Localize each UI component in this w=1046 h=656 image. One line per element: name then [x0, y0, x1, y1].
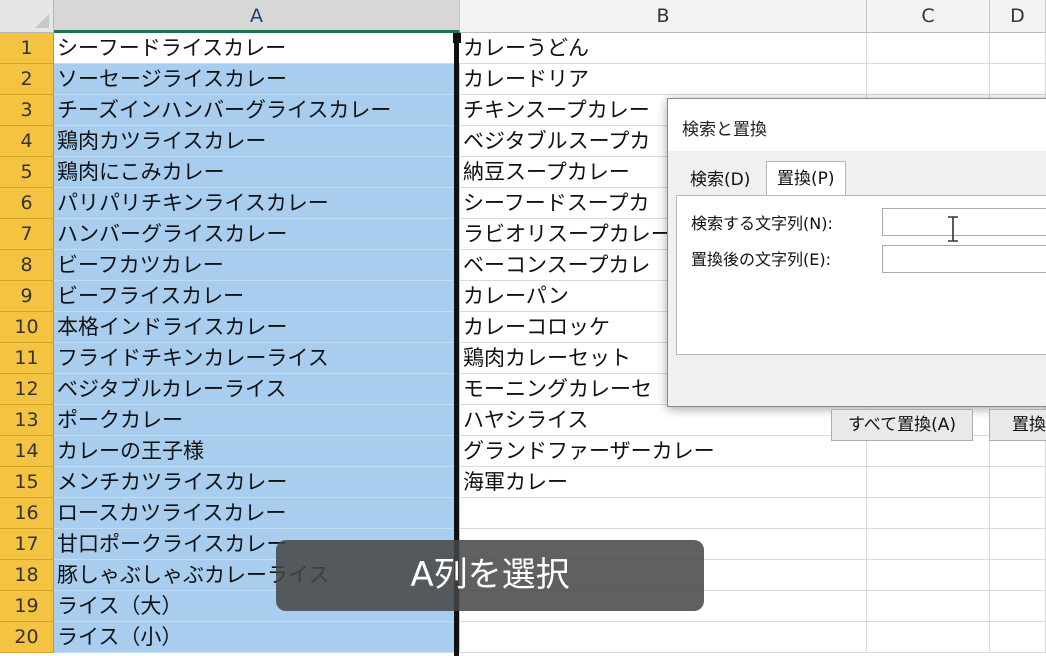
cell-c[interactable] [867, 529, 990, 560]
row-header[interactable]: 1 [0, 33, 54, 64]
cell-d[interactable] [990, 64, 1046, 95]
row-header[interactable]: 10 [0, 312, 54, 343]
caption-overlay: A列を選択 [276, 540, 704, 611]
column-header-c[interactable]: C [867, 0, 990, 33]
cell-d[interactable] [990, 529, 1046, 560]
cell-b[interactable]: カレードリア [460, 64, 867, 95]
find-replace-dialog: 検索と置換 検索(D) 置換(P) 検索する文字列(N): 置換後の文字列(E)… [667, 98, 1046, 441]
cell-c[interactable] [867, 33, 990, 64]
cell-d[interactable] [990, 498, 1046, 529]
row-header[interactable]: 3 [0, 95, 54, 126]
cell-c[interactable] [867, 591, 990, 622]
cell-c[interactable] [867, 64, 990, 95]
text-cursor-icon [948, 216, 958, 242]
cell-d[interactable] [990, 560, 1046, 591]
cell-c[interactable] [867, 498, 990, 529]
dialog-title: 検索と置換 [682, 120, 767, 140]
cell-d[interactable] [990, 467, 1046, 498]
cell-b[interactable]: グランドファーザーカレー [460, 436, 867, 467]
row-header[interactable]: 20 [0, 622, 54, 653]
replace-button[interactable]: 置換 [989, 409, 1046, 441]
cell-a[interactable]: ポークカレー [54, 405, 460, 436]
row-header[interactable]: 5 [0, 157, 54, 188]
cell-c[interactable] [867, 622, 990, 653]
replace-panel: 検索する文字列(N): 置換後の文字列(E): [676, 195, 1046, 355]
cell-b[interactable] [460, 498, 867, 529]
cell-a[interactable]: メンチカツライスカレー [54, 467, 460, 498]
cell-a[interactable]: ライス（小） [54, 622, 460, 653]
cell-a[interactable]: パリパリチキンライスカレー [54, 188, 460, 219]
cell-a[interactable]: フライドチキンカレーライス [54, 343, 460, 374]
row-header[interactable]: 19 [0, 591, 54, 622]
cell-a[interactable]: ビーフライスカレー [54, 281, 460, 312]
cell-d[interactable] [990, 622, 1046, 653]
cell-b[interactable] [460, 622, 867, 653]
select-all-triangle-icon [35, 14, 49, 28]
column-header-d[interactable]: D [990, 0, 1046, 33]
cell-a[interactable]: ソーセージライスカレー [54, 64, 460, 95]
row-header[interactable]: 11 [0, 343, 54, 374]
column-header-a[interactable]: A [54, 0, 460, 33]
row-header[interactable]: 18 [0, 560, 54, 591]
select-all-corner[interactable] [0, 0, 54, 33]
row-header[interactable]: 17 [0, 529, 54, 560]
replace-all-button[interactable]: すべて置換(A) [831, 409, 973, 441]
tab-find[interactable]: 検索(D) [680, 165, 760, 195]
cell-b[interactable]: 海軍カレー [460, 467, 867, 498]
row-header[interactable]: 7 [0, 219, 54, 250]
cell-a[interactable]: カレーの王子様 [54, 436, 460, 467]
row-header[interactable]: 12 [0, 374, 54, 405]
cell-d[interactable] [990, 591, 1046, 622]
cell-b[interactable]: ハヤシライス [460, 405, 867, 436]
row-header[interactable]: 13 [0, 405, 54, 436]
cell-a[interactable]: 本格インドライスカレー [54, 312, 460, 343]
replace-with-input[interactable] [882, 245, 1046, 273]
cell-a[interactable]: ロースカツライスカレー [54, 498, 460, 529]
cell-b[interactable]: カレーうどん [460, 33, 867, 64]
find-what-input[interactable] [882, 208, 1046, 236]
row-header[interactable]: 15 [0, 467, 54, 498]
dialog-body: 検索(D) 置換(P) 検索する文字列(N): 置換後の文字列(E): すべて置… [668, 151, 1046, 441]
cell-a[interactable]: シーフードライスカレー [54, 33, 460, 64]
cell-a[interactable]: ビーフカツカレー [54, 250, 460, 281]
tab-replace[interactable]: 置換(P) [766, 161, 846, 196]
cell-a[interactable]: ベジタブルカレーライス [54, 374, 460, 405]
row-header[interactable]: 8 [0, 250, 54, 281]
find-what-label: 検索する文字列(N): [691, 214, 833, 233]
column-header-b[interactable]: B [460, 0, 867, 33]
row-header[interactable]: 6 [0, 188, 54, 219]
cell-a[interactable]: ハンバーグライスカレー [54, 219, 460, 250]
selection-handle[interactable] [453, 33, 461, 43]
cell-c[interactable] [867, 467, 990, 498]
cell-a[interactable]: 鶏肉カツライスカレー [54, 126, 460, 157]
row-header[interactable]: 14 [0, 436, 54, 467]
row-header[interactable]: 9 [0, 281, 54, 312]
cell-d[interactable] [990, 33, 1046, 64]
row-header[interactable]: 16 [0, 498, 54, 529]
cell-a[interactable]: チーズインハンバーグライスカレー [54, 95, 460, 126]
row-header[interactable]: 2 [0, 64, 54, 95]
cell-c[interactable] [867, 560, 990, 591]
row-header[interactable]: 4 [0, 126, 54, 157]
replace-with-label: 置換後の文字列(E): [691, 250, 831, 269]
cell-a[interactable]: 鶏肉にこみカレー [54, 157, 460, 188]
